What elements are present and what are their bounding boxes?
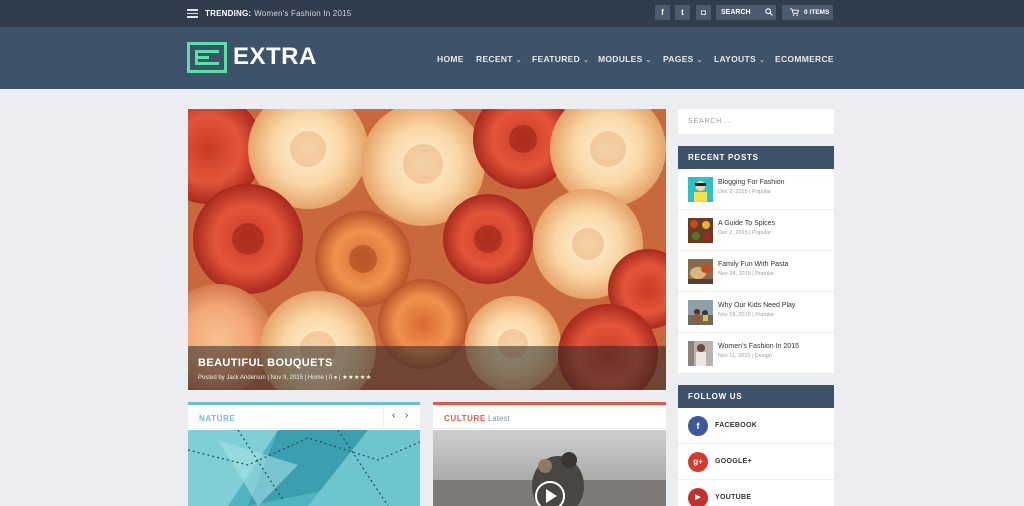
instagram-icon[interactable]: ◘ [696,5,711,20]
hero-caption: BEAUTIFUL BOUQUETS Posted by Jack Anders… [188,346,666,390]
follow-label: YOUTUBE [715,494,752,501]
post-title[interactable]: A Guide To Spices [718,220,775,227]
chevron-down-icon: ⌄ [758,57,766,64]
post-title[interactable]: Women's Fashion In 2015 [718,343,799,350]
follow-label: FACEBOOK [715,422,758,429]
post-title[interactable]: Why Our Kids Need Play [718,302,795,309]
logo-icon[interactable] [187,42,227,73]
post-thumbnail[interactable] [688,300,713,325]
post-title[interactable]: Family Fun With Pasta [718,261,788,268]
cart-button[interactable]: 0 ITEMS [782,5,833,20]
category-card-culture: CULTURE Latest [433,402,666,506]
chevron-down-icon: ⌄ [515,57,522,64]
list-item[interactable]: Family Fun With Pasta Nov 24, 2015 | Pop… [678,251,834,292]
post-title[interactable]: Blogging For Fashion [718,179,785,186]
trending-ticker[interactable]: TRENDING: Women's Fashion In 2015 [205,9,351,18]
category-label-culture[interactable]: CULTURE Latest [444,414,510,423]
recent-posts-widget: RECENT POSTS Blogging For Fashion Dec 2,… [678,146,834,373]
sidebar-search-input[interactable] [678,109,834,134]
hero-meta-text: Posted by Jack Anderson | Nov 9, 2015 | … [198,375,333,381]
sidebar-search [678,109,834,134]
follow-google-plus[interactable]: g+ GOOGLE+ [678,444,834,480]
top-search [716,5,776,20]
chevron-left-icon[interactable]: ‹ [392,410,395,421]
cart-icon [790,8,799,16]
post-thumbnail[interactable] [688,177,713,202]
chevron-right-icon[interactable]: › [405,410,408,421]
list-item[interactable]: Why Our Kids Need Play Nov 18, 2015 | Po… [678,292,834,333]
nav-ecommerce[interactable]: ECOMMERCE [775,54,834,64]
nav-modules[interactable]: MODULES ⌄ [598,54,652,64]
comment-icon: ● [333,375,338,381]
follow-widget: FOLLOW US f FACEBOOK g+ GOOGLE+ ▶ YOUTUB… [678,385,834,506]
rating-stars: ★★★★★ [342,375,372,381]
nav-featured[interactable]: FEATURED ⌄ [532,54,589,64]
logo-text[interactable]: EXTRA [233,43,317,71]
carousel-arrows: ‹ › [383,405,420,429]
hero-meta: Posted by Jack Anderson | Nov 9, 2015 | … [198,375,372,381]
twitter-icon[interactable]: t [675,5,690,20]
post-meta: Nov 11, 2015 | Design [718,353,772,359]
follow-title: FOLLOW US [678,385,834,408]
google-plus-icon: g+ [688,452,708,472]
trending-label: TRENDING: [205,9,252,18]
post-thumbnail[interactable] [688,259,713,284]
nav-layouts[interactable]: LAYOUTS ⌄ [714,54,765,64]
list-item[interactable]: Women's Fashion In 2015 Nov 11, 2015 | D… [678,333,834,374]
post-thumbnail[interactable] [688,218,713,243]
post-meta: Dec 2, 2015 | Popular [718,189,772,195]
follow-label: GOOGLE+ [715,458,752,465]
youtube-icon: ▶ [688,488,708,506]
hero-title[interactable]: BEAUTIFUL BOUQUETS [198,357,333,369]
facebook-icon[interactable]: f [655,5,670,20]
recent-posts-title: RECENT POSTS [678,146,834,169]
category-label-nature[interactable]: NATURE [199,414,235,423]
nav-recent[interactable]: RECENT ⌄ [476,54,522,64]
nature-image[interactable] [188,430,420,506]
search-icon[interactable] [765,8,773,16]
post-meta: Nov 24, 2015 | Popular [718,271,775,277]
follow-facebook[interactable]: f FACEBOOK [678,408,834,444]
top-bar: TRENDING:Women's Fashion In 2015 f t ◘ 0… [0,0,1024,27]
post-thumbnail[interactable] [688,341,713,366]
post-meta: Dec 2, 2015 | Popular [718,230,772,236]
trending-link[interactable]: Women's Fashion In 2015 [254,9,351,18]
category-card-nature: NATURE ‹ › [188,402,420,506]
nav-pages[interactable]: PAGES ⌄ [663,54,703,64]
site-header: EXTRA HOME RECENT ⌄ FEATURED ⌄ MODULES ⌄ PA… [0,27,1024,89]
chevron-down-icon: ⌄ [645,57,652,64]
menu-icon[interactable] [187,9,198,18]
chevron-down-icon: ⌄ [583,57,590,64]
featured-post[interactable]: BEAUTIFUL BOUQUETS Posted by Jack Anders… [188,109,666,390]
list-item[interactable]: A Guide To Spices Dec 2, 2015 | Popular [678,210,834,251]
follow-youtube[interactable]: ▶ YOUTUBE [678,480,834,506]
facebook-icon: f [688,416,708,436]
list-item[interactable]: Blogging For Fashion Dec 2, 2015 | Popul… [678,169,834,210]
top-search-input[interactable] [716,5,762,20]
chevron-down-icon: ⌄ [696,57,703,64]
card-header: NATURE ‹ › [188,405,420,429]
card-header: CULTURE Latest [433,405,666,429]
cart-count: 0 ITEMS [804,9,830,16]
post-meta: Nov 18, 2015 | Popular [718,312,775,318]
culture-video[interactable] [433,430,666,506]
nav-home[interactable]: HOME [437,54,464,64]
